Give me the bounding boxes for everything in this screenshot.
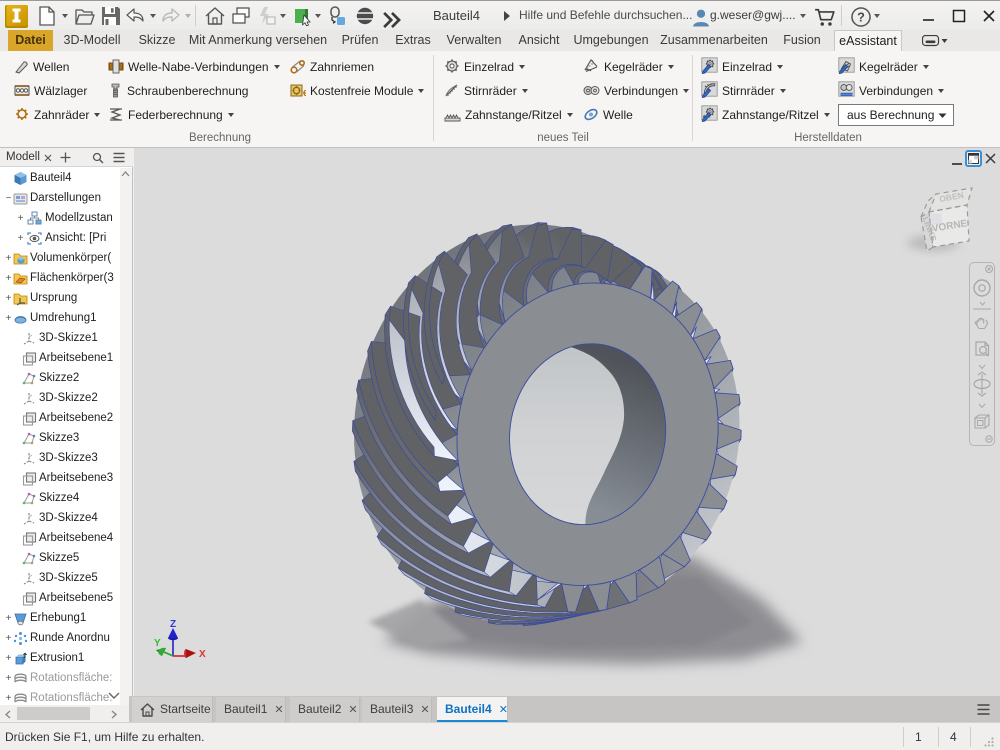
svg-text:Y: Y (154, 638, 161, 649)
svg-text:Z: Z (170, 619, 176, 630)
svg-text:€: € (303, 89, 306, 98)
svg-text:X: X (199, 649, 206, 660)
svg-text:?: ? (857, 10, 865, 24)
